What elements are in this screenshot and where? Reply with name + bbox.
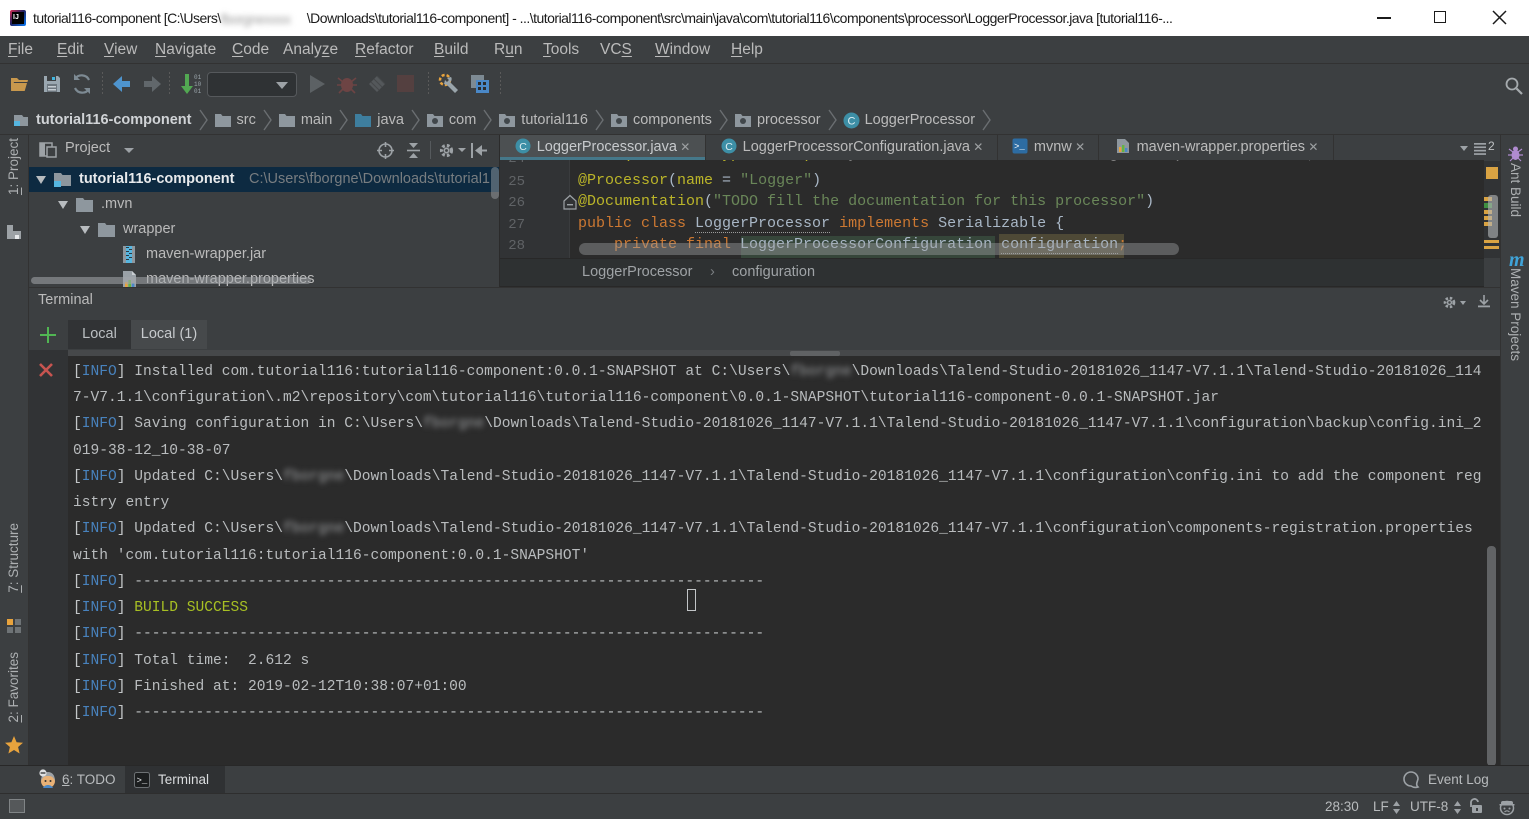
svg-text:C: C: [725, 141, 733, 153]
svg-text:01: 01: [194, 74, 202, 81]
svg-text:01: 01: [194, 88, 202, 95]
svg-text:C: C: [519, 141, 527, 153]
svg-text:C: C: [847, 115, 855, 127]
svg-text:>_: >_: [137, 776, 148, 786]
svg-text:>_: >_: [1014, 142, 1025, 152]
svg-text:10: 10: [194, 81, 202, 88]
